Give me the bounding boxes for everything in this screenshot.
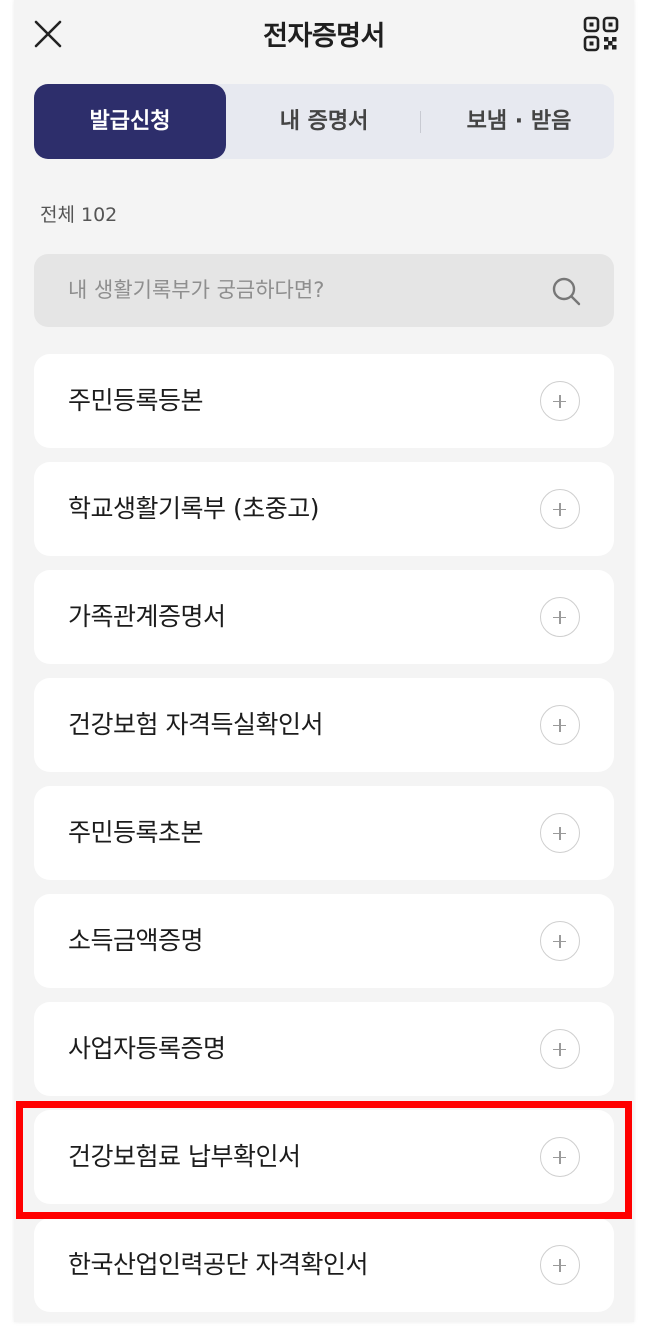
list-item[interactable]: 주민등록등본 [34,354,614,448]
tab-my-certificates[interactable]: 내 증명서 [234,84,414,159]
plus-icon[interactable] [540,1245,580,1285]
total-count: 전체 102 [40,204,118,226]
tab-bar: 발급신청 내 증명서 보냄 · 받음 [34,84,614,159]
qr-scan-button[interactable] [581,14,621,54]
document-label: 건강보험 자격득실확인서 [68,710,323,739]
list-item[interactable]: 학교생활기록부 (초중고) [34,462,614,556]
tab-divider [420,111,421,133]
document-label: 가족관계증명서 [68,602,226,631]
document-label: 주민등록초본 [68,818,204,847]
document-label: 건강보험료 납부확인서 [68,1142,301,1171]
document-label: 한국산업인력공단 자격확인서 [68,1250,368,1279]
tab-issue-request[interactable]: 발급신청 [34,84,226,159]
plus-icon[interactable] [540,1029,580,1069]
document-label: 사업자등록증명 [68,1034,226,1063]
search-icon[interactable] [551,276,581,306]
search-input[interactable]: 내 생활기록부가 궁금하다면? [34,254,614,327]
header: 전자증명서 [14,0,634,70]
list-item[interactable]: 사업자등록증명 [34,1002,614,1096]
document-label: 주민등록등본 [68,386,204,415]
plus-icon[interactable] [540,1137,580,1177]
plus-icon[interactable] [540,597,580,637]
document-label: 학교생활기록부 (초중고) [68,494,319,523]
document-label: 소득금액증명 [68,926,204,955]
app-screen: 전자증명서 발급신청 내 증명서 보냄 · 받음 전체 102 내 생활기록부가… [14,0,634,1322]
qr-code-icon [583,16,619,52]
plus-icon[interactable] [540,381,580,421]
list-item[interactable]: 가족관계증명서 [34,570,614,664]
list-item[interactable]: 주민등록초본 [34,786,614,880]
list-item[interactable]: 한국산업인력공단 자격확인서 [34,1218,614,1312]
plus-icon[interactable] [540,705,580,745]
list-item[interactable]: 건강보험 자격득실확인서 [34,678,614,772]
tab-sent-received[interactable]: 보냄 · 받음 [424,84,614,159]
plus-icon[interactable] [540,921,580,961]
list-item[interactable]: 소득금액증명 [34,894,614,988]
page-title: 전자증명서 [263,21,385,52]
plus-icon[interactable] [540,489,580,529]
plus-icon[interactable] [540,813,580,853]
list-item-highlighted[interactable]: 건강보험료 납부확인서 [34,1110,614,1204]
search-placeholder: 내 생활기록부가 궁금하다면? [68,278,325,302]
